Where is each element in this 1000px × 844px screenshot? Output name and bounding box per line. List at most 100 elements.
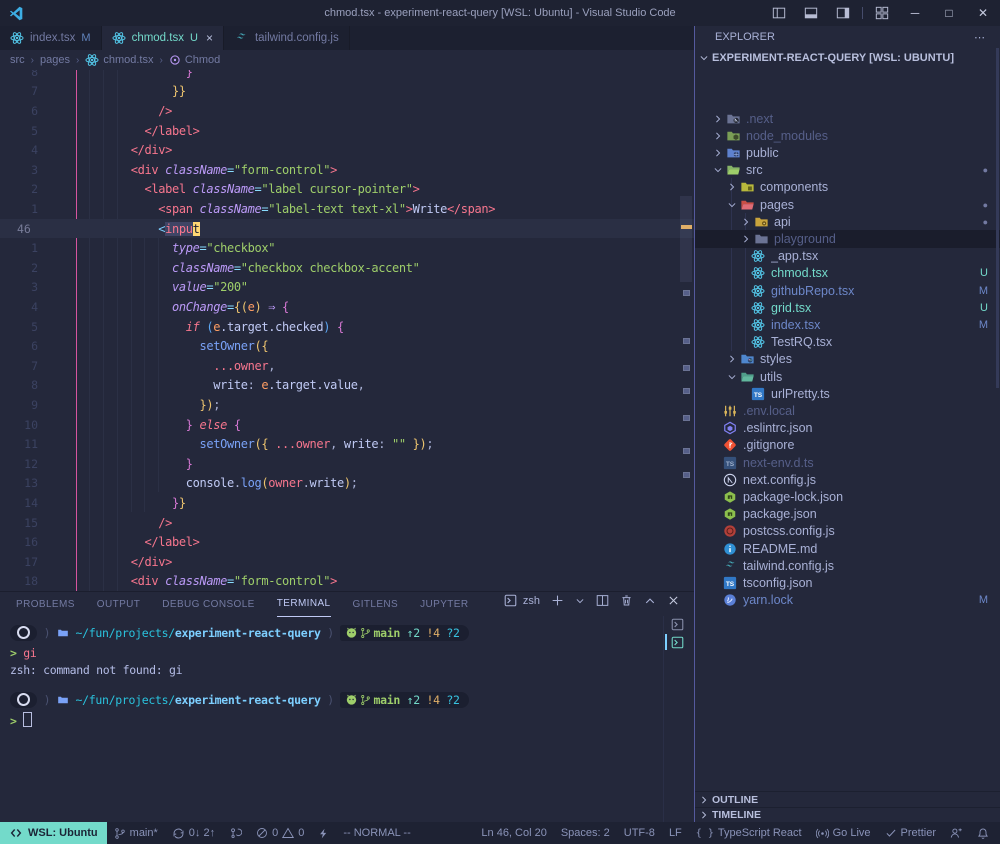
status-eol[interactable]: LF	[662, 822, 689, 844]
kill-terminal-icon[interactable]	[620, 594, 633, 607]
tree-item-yarn.lock[interactable]: yarn.lock M	[695, 592, 1000, 609]
panel-tab-jupyter[interactable]: JUPYTER	[420, 592, 468, 616]
code-line[interactable]: 2 className="checkbox checkbox-accent"	[0, 258, 694, 278]
code-line[interactable]: 12 }	[0, 454, 694, 474]
code-line[interactable]: 8 write: e.target.value,	[0, 376, 694, 396]
tree-item-README.md[interactable]: README.md	[695, 540, 1000, 557]
status-go-live[interactable]: Go Live	[809, 822, 878, 844]
code-line[interactable]: 7 ...owner,	[0, 356, 694, 376]
outline-section[interactable]: OUTLINE	[695, 791, 1000, 807]
tree-item-api[interactable]: api ●	[695, 213, 1000, 230]
terminal-instance-1[interactable]	[671, 616, 689, 632]
code-line[interactable]: 1 <span className="label-text text-xl">W…	[0, 199, 694, 219]
status-power[interactable]	[311, 822, 336, 844]
status-vim-mode[interactable]: -- NORMAL --	[336, 822, 417, 844]
status-gitlens[interactable]	[222, 822, 249, 844]
overview-ruler[interactable]	[680, 70, 693, 591]
breadcrumb[interactable]: src › pages › chmod.tsx › Chmod	[0, 50, 704, 70]
tree-item-components[interactable]: components	[695, 179, 1000, 196]
code-line[interactable]: 3 <div className="form-control">	[0, 160, 694, 180]
tree-item-githubRepo.tsx[interactable]: githubRepo.tsx M	[695, 282, 1000, 299]
breadcrumb-item-Chmod[interactable]: Chmod	[169, 54, 220, 66]
code-line[interactable]: 13 console.log(owner.write);	[0, 474, 694, 494]
code-line[interactable]: 3 value="200"	[0, 278, 694, 298]
tree-item-playground[interactable]: playground	[695, 230, 1000, 248]
tree-item-public[interactable]: public	[695, 144, 1000, 161]
code-line[interactable]: 11 setOwner({ ...owner, write: "" });	[0, 434, 694, 454]
terminal-output[interactable]: ) ~/fun/projects/experiment-react-query …	[10, 622, 469, 730]
tree-item-grid.tsx[interactable]: grid.tsx U	[695, 299, 1000, 316]
timeline-section[interactable]: TIMELINE	[695, 807, 1000, 822]
tree-item-.env.local[interactable]: .env.local	[695, 402, 1000, 419]
code-line[interactable]: 6 />	[0, 101, 694, 121]
tab-index.tsx[interactable]: index.tsx M	[0, 26, 102, 50]
tree-item-tailwind.config.js[interactable]: tailwind.config.js	[695, 557, 1000, 574]
tree-item-tsconfig.json[interactable]: TS tsconfig.json	[695, 574, 1000, 591]
toggle-panel-icon[interactable]	[795, 0, 827, 26]
tree-item-pages[interactable]: pages ●	[695, 196, 1000, 213]
tree-item-src[interactable]: src ●	[695, 162, 1000, 179]
tab-chmod.tsx[interactable]: chmod.tsx U ×	[101, 26, 224, 51]
terminal-instance-2[interactable]	[665, 634, 689, 650]
status-sync[interactable]: 0↓ 2↑	[165, 822, 222, 844]
panel-tab-gitlens[interactable]: GITLENS	[353, 592, 399, 616]
breadcrumb-item-pages[interactable]: pages	[40, 54, 70, 66]
breadcrumb-item-chmod.tsx[interactable]: chmod.tsx	[85, 53, 153, 67]
code-line[interactable]: 14 }}	[0, 493, 694, 513]
minimize-button[interactable]: ─	[898, 0, 932, 26]
status-problems[interactable]: 00	[249, 822, 311, 844]
breadcrumb-item-src[interactable]: src	[10, 54, 25, 66]
maximize-button[interactable]: □	[932, 0, 966, 26]
status-encoding[interactable]: UTF-8	[617, 822, 662, 844]
sidebar-scrollbar[interactable]	[996, 48, 999, 388]
code-line[interactable]: 1 type="checkbox"	[0, 238, 694, 258]
tab-tailwind.config.js[interactable]: tailwind.config.js	[223, 26, 350, 50]
toggle-secondary-sidebar-icon[interactable]	[827, 0, 859, 26]
toggle-primary-sidebar-icon[interactable]	[763, 0, 795, 26]
close-window-button[interactable]: ✕	[966, 0, 1000, 26]
tree-item-.gitignore[interactable]: .gitignore	[695, 437, 1000, 454]
tree-item-_app.tsx[interactable]: _app.tsx	[695, 248, 1000, 265]
tree-item-next.config.js[interactable]: next.config.js	[695, 471, 1000, 488]
scrollbar-thumb[interactable]	[680, 196, 692, 282]
code-line[interactable]: 2 <label className="label cursor-pointer…	[0, 180, 694, 200]
code-line[interactable]: 8 }	[0, 70, 694, 82]
tree-item-index.tsx[interactable]: index.tsx M	[695, 316, 1000, 333]
panel-tab-terminal[interactable]: TERMINAL	[276, 592, 331, 617]
tree-item-package.json[interactable]: package.json	[695, 506, 1000, 523]
code-line[interactable]: 18 <div className="form-control">	[0, 572, 694, 591]
tree-item-TestRQ.tsx[interactable]: TestRQ.tsx	[695, 334, 1000, 351]
new-terminal-icon[interactable]	[551, 594, 564, 607]
tree-item-styles[interactable]: styles	[695, 351, 1000, 368]
status-feedback[interactable]	[943, 822, 970, 844]
workspace-root-item[interactable]: EXPERIMENT-REACT-QUERY [WSL: UBUNTU]	[695, 48, 1000, 68]
status-remote[interactable]: WSL: Ubuntu	[0, 822, 107, 844]
close-tab-icon[interactable]: ×	[206, 31, 213, 45]
terminal-dropdown-icon[interactable]	[575, 596, 585, 606]
status-branch[interactable]: main*	[107, 822, 165, 844]
code-line[interactable]: 6 setOwner({	[0, 336, 694, 356]
tree-item-utils[interactable]: utils	[695, 368, 1000, 385]
panel-tab-debug-console[interactable]: DEBUG CONSOLE	[162, 592, 254, 616]
explorer-more-actions[interactable]: ⋯	[974, 31, 986, 44]
tree-item-.eslintrc.json[interactable]: .eslintrc.json	[695, 420, 1000, 437]
maximize-panel-icon[interactable]	[644, 595, 656, 607]
code-editor[interactable]: 8 } 7 }} 6 /> 5 </label> 4 </div> 3 <div clas…	[0, 70, 694, 591]
tree-item-package-lock.json[interactable]: package-lock.json	[695, 488, 1000, 505]
code-line[interactable]: 15 />	[0, 513, 694, 533]
tree-item-node_modules[interactable]: node_modules	[695, 127, 1000, 144]
status-cursor-position[interactable]: Ln 46, Col 20	[474, 822, 553, 844]
code-line[interactable]: 4 </div>	[0, 140, 694, 160]
panel-tab-problems[interactable]: PROBLEMS	[16, 592, 75, 616]
close-panel-icon[interactable]	[667, 594, 680, 607]
tree-item-postcss.config.js[interactable]: postcss.config.js	[695, 523, 1000, 540]
customize-layout-icon[interactable]	[866, 0, 898, 26]
tree-item-next-env.d.ts[interactable]: TS next-env.d.ts	[695, 454, 1000, 471]
tree-item-.next[interactable]: .next	[695, 110, 1000, 127]
code-line[interactable]: 7 }}	[0, 82, 694, 102]
code-line[interactable]: 9 });	[0, 395, 694, 415]
code-line[interactable]: 17 </div>	[0, 552, 694, 572]
code-line[interactable]: 10 } else {	[0, 415, 694, 435]
tree-item-chmod.tsx[interactable]: chmod.tsx U	[695, 265, 1000, 282]
status-notifications[interactable]	[970, 822, 996, 844]
